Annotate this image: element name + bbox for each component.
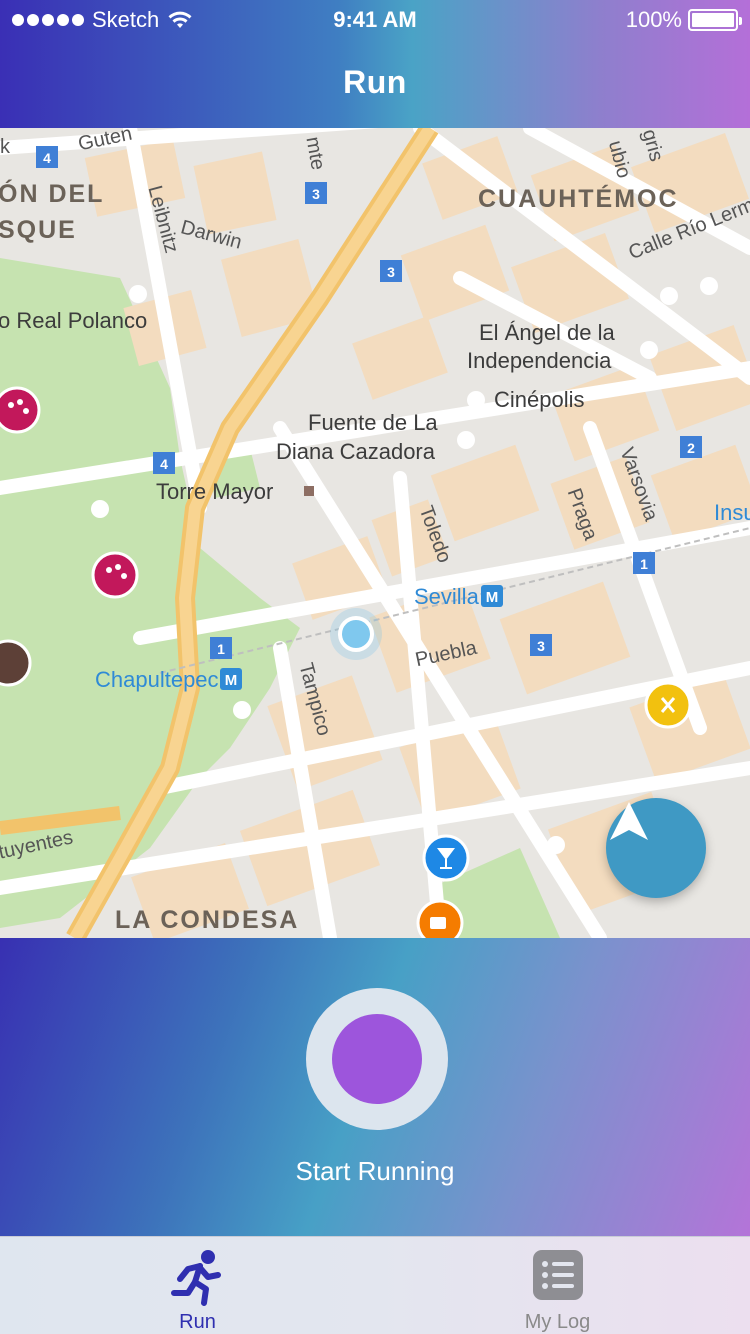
start-running-label: Start Running xyxy=(295,1156,455,1186)
navigate-location-button[interactable] xyxy=(606,798,706,898)
map-label-district: LA CONDESA xyxy=(115,906,300,934)
map-label-poi: El Ángel de la xyxy=(479,320,615,345)
map-label-metro: Sevilla xyxy=(414,584,479,609)
battery-icon xyxy=(688,9,742,31)
start-running-button[interactable] xyxy=(306,988,448,1130)
map-label-district: CUAUHTÉMOC xyxy=(478,185,679,213)
map-label-poi: Independencia xyxy=(467,348,612,373)
metro-icon: M xyxy=(486,589,499,606)
map-label-district: SQUE xyxy=(0,216,77,244)
status-bar: Sketch 9:41 AM 100% xyxy=(0,0,750,40)
navigation-arrow-icon xyxy=(610,802,648,840)
map-label-street: Insu xyxy=(714,500,750,525)
map-label-street: k xyxy=(0,136,10,158)
map-label-poi: Cinépolis xyxy=(494,387,585,412)
tab-run-label: Run xyxy=(179,1311,216,1333)
route-badge: 3 xyxy=(387,264,395,280)
route-badge: 3 xyxy=(312,186,320,202)
route-badge: 4 xyxy=(43,150,51,166)
tab-my-log[interactable]: My Log xyxy=(370,1237,745,1334)
runner-icon xyxy=(170,1250,221,1306)
map-label-district: ÓN DEL xyxy=(0,180,105,208)
route-badge: 3 xyxy=(537,638,545,654)
status-right: 100% xyxy=(625,7,742,33)
list-log-icon xyxy=(532,1250,583,1300)
battery-percentage: 100% xyxy=(625,7,682,32)
map-view[interactable]: 4 3 3 4 2 1 1 3 M M CUAUHTÉMOC ÓN DEL SQ… xyxy=(0,128,750,938)
route-badge: 2 xyxy=(687,440,695,456)
metro-icon: M xyxy=(225,672,238,689)
route-badge: 4 xyxy=(160,456,168,472)
map-label-poi: Torre Mayor xyxy=(156,479,274,504)
current-location-dot xyxy=(338,616,374,652)
tab-run[interactable]: Run xyxy=(10,1237,385,1334)
record-dot-icon xyxy=(332,1014,422,1104)
header: Sketch 9:41 AM 100% Run xyxy=(0,0,750,128)
route-badge: 1 xyxy=(217,641,225,657)
route-badge: 1 xyxy=(640,556,648,572)
map-label-poi: Fuente de La xyxy=(308,410,438,435)
tab-my-log-label: My Log xyxy=(524,1311,591,1333)
map-label-poi: o Real Polanco xyxy=(0,308,148,333)
page-title: Run xyxy=(343,64,407,100)
run-control-panel: Start Running xyxy=(0,938,750,1236)
tab-bar: Run My Log xyxy=(0,1236,750,1334)
map-label-metro: Chapultepec xyxy=(95,667,219,692)
map-label-poi: Diana Cazadora xyxy=(276,439,435,464)
